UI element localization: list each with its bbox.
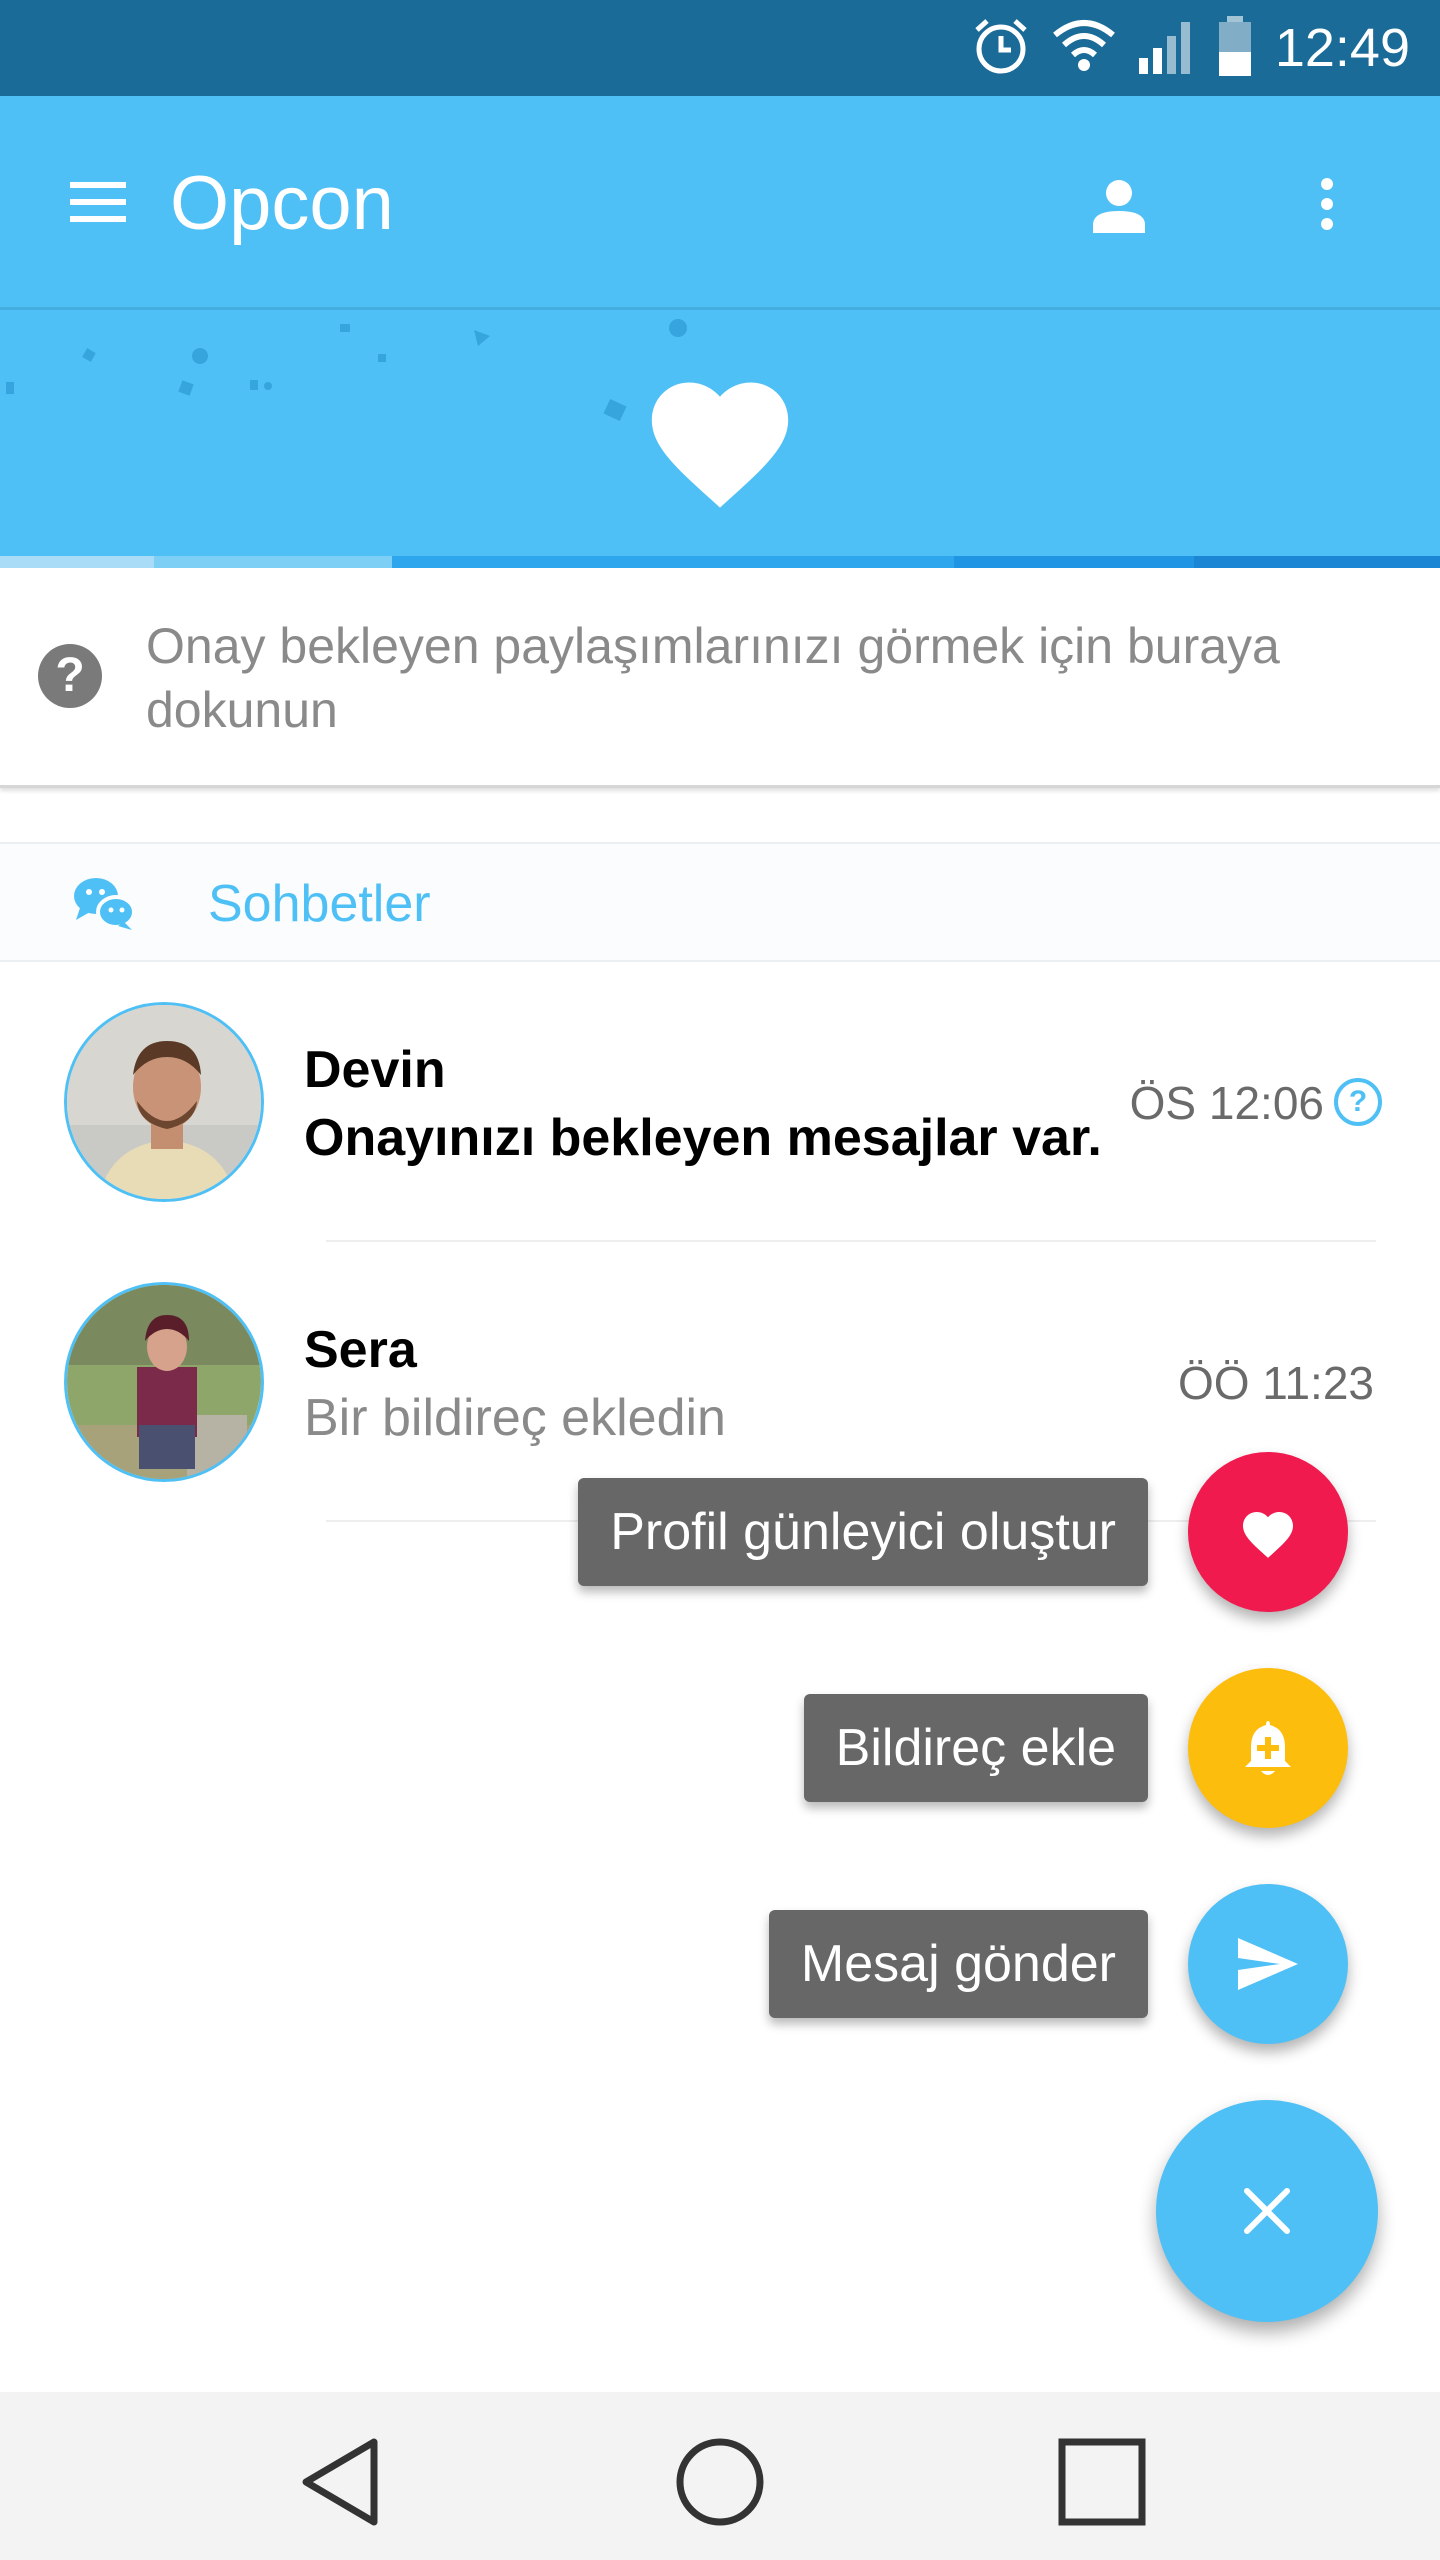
message-time: ÖS 12:06: [1129, 1077, 1324, 1129]
close-fab-button[interactable]: [1156, 2100, 1378, 2322]
pending-posts-notice[interactable]: ? Onay bekleyen paylaşımlarınızı görmek …: [0, 568, 1440, 788]
hero-banner: [0, 310, 1440, 566]
progress-strip: [0, 556, 1440, 568]
more-options-button[interactable]: [1310, 172, 1344, 238]
send-message-label[interactable]: Mesaj gönder: [768, 1910, 1148, 2018]
conversation-row[interactable]: Devin Onayınızı bekleyen mesajlar var. Ö…: [0, 962, 1440, 1242]
menu-icon: [70, 182, 126, 222]
section-header-chats: Sohbetler: [0, 842, 1440, 962]
recents-icon: [1058, 2438, 1146, 2526]
heart-icon: [651, 382, 789, 508]
home-button[interactable]: [670, 2432, 770, 2532]
status-bar: 12:49: [0, 0, 1440, 96]
app-bar: Opcon: [0, 96, 1440, 310]
pending-status-icon: ?: [1334, 1078, 1382, 1126]
more-vert-icon: [1321, 178, 1333, 230]
person-icon: [1093, 180, 1145, 233]
last-message: Bir bildireç ekledin: [304, 1389, 726, 1447]
menu-button[interactable]: [62, 170, 138, 234]
heart-icon: [1243, 1512, 1293, 1558]
back-icon: [302, 2438, 378, 2526]
status-time: 12:49: [1274, 18, 1410, 78]
chat-bubbles-icon: [74, 878, 136, 930]
send-message-button[interactable]: [1188, 1884, 1348, 2044]
create-profile-button[interactable]: [1188, 1452, 1348, 1612]
home-icon: [676, 2438, 764, 2526]
bell-add-icon: [1245, 1721, 1291, 1775]
recents-button[interactable]: [1052, 2432, 1152, 2532]
wifi-icon: [1052, 19, 1115, 78]
help-icon: ?: [38, 644, 102, 708]
add-notice-label[interactable]: Bildireç ekle: [803, 1694, 1148, 1802]
alarm-icon: [971, 16, 1031, 81]
battery-icon: [1217, 15, 1253, 81]
navigation-bar: [0, 2392, 1440, 2560]
screen: 12:49 Opcon ? Onay bekleyen paylaşımları…: [0, 0, 1440, 2560]
create-profile-label[interactable]: Profil günleyici oluştur: [578, 1478, 1148, 1586]
avatar: [64, 1282, 264, 1482]
send-icon: [1238, 1938, 1298, 1990]
back-button[interactable]: [292, 2432, 392, 2532]
profile-button[interactable]: [1086, 172, 1152, 238]
contact-name: Sera: [304, 1321, 417, 1379]
message-time: ÖÖ 11:23: [1177, 1357, 1374, 1409]
notice-text: Onay bekleyen paylaşımlarınızı görmek iç…: [146, 618, 1280, 738]
last-message: Onayınızı bekleyen mesajlar var.: [304, 1109, 1102, 1167]
contact-name: Devin: [304, 1041, 446, 1099]
signal-icon: [1137, 18, 1195, 79]
section-title: Sohbetler: [208, 875, 431, 933]
app-title: Opcon: [170, 161, 394, 246]
close-icon: [1244, 2188, 1290, 2234]
avatar: [64, 1002, 264, 1202]
add-notice-button[interactable]: [1188, 1668, 1348, 1828]
